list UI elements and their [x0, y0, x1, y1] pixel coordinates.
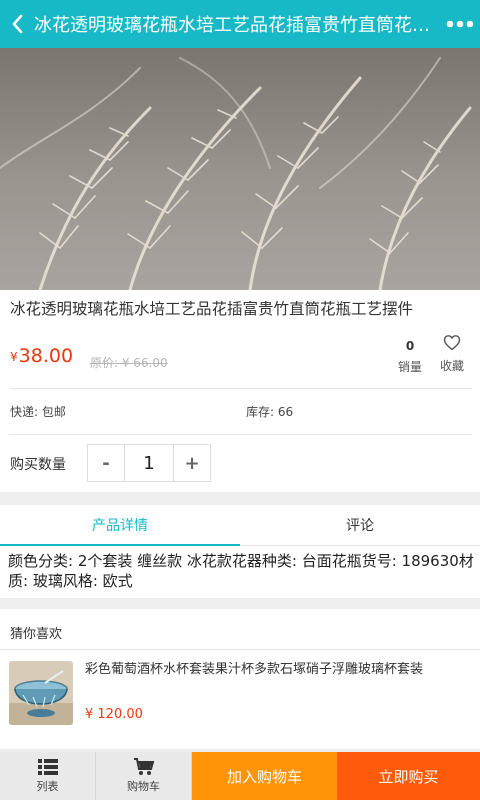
- detail-text: 颜色分类: 2个套装 缠丝款 冰花款花器种类: 台面花瓶货号: 189630材质…: [8, 552, 474, 590]
- list-label: 列表: [36, 780, 59, 793]
- cart-button[interactable]: 购物车: [96, 752, 192, 800]
- divider: [0, 649, 480, 650]
- quantity-label: 购买数量: [10, 457, 66, 473]
- more-menu-button[interactable]: [440, 0, 480, 48]
- quantity-stepper: - 1 +: [87, 444, 211, 482]
- list-button[interactable]: 列表: [0, 752, 96, 800]
- recommend-item-name[interactable]: 彩色葡萄酒杯水杯套装果汁杯多款石塚硝子浮雕玻璃杯套装: [85, 661, 473, 679]
- product-info-panel: 冰花透明玻璃花瓶水培工艺品花插富贵竹直筒花瓶工艺摆件: [0, 290, 480, 492]
- bottom-action-bar: 列表 购物车 加入购物车 立即购买: [0, 752, 480, 800]
- recommend-section: 猜你喜欢 彩色葡萄酒杯水杯套装果汁杯多款石塚硝子浮雕玻璃杯套装 ¥ 120.00: [0, 609, 480, 749]
- shipping-info: 快递: 包邮: [10, 405, 66, 419]
- add-to-cart-button[interactable]: 加入购物车: [192, 752, 337, 800]
- stock-info: 库存: 66: [246, 405, 294, 419]
- detail-tabs: 产品详情 评论: [0, 505, 480, 546]
- recommend-thumbnail[interactable]: [9, 661, 73, 725]
- more-dots-icon: [446, 20, 474, 28]
- product-price: ¥38.00: [10, 345, 73, 367]
- top-bar: 冰花透明玻璃花瓶水培工艺品花插富贵竹直筒花瓶工艺摆件: [0, 0, 480, 48]
- back-button[interactable]: [0, 0, 34, 48]
- recommend-item-price: ¥ 120.00: [85, 707, 143, 722]
- buy-now-button[interactable]: 立即购买: [337, 752, 480, 800]
- sales-number: 0: [405, 339, 415, 353]
- list-icon: [37, 759, 58, 775]
- quantity-plus-button[interactable]: +: [173, 445, 210, 481]
- page-title: 冰花透明玻璃花瓶水培工艺品花插富贵竹直筒花瓶工艺摆件: [34, 15, 440, 36]
- back-arrow-icon: [12, 14, 23, 34]
- divider: [10, 434, 472, 435]
- price-value: 38.00: [18, 345, 74, 367]
- tab-comments[interactable]: 评论: [240, 505, 480, 545]
- divider: [10, 388, 472, 389]
- sales-count: 0 销量: [392, 338, 428, 375]
- tab-product-details[interactable]: 产品详情: [0, 505, 240, 546]
- favorite-label: 收藏: [439, 359, 464, 373]
- heart-icon: [443, 335, 461, 351]
- quantity-input[interactable]: 1: [125, 445, 173, 481]
- currency-symbol: ¥: [10, 350, 18, 364]
- favorite-button[interactable]: 收藏: [434, 334, 470, 374]
- sales-label: 销量: [397, 360, 422, 374]
- product-details: 颜色分类: 2个套装 缠丝款 冰花款花器种类: 台面花瓶货号: 189630材质…: [0, 546, 480, 598]
- product-image[interactable]: [0, 48, 480, 290]
- cart-label: 购物车: [127, 780, 160, 793]
- product-title: 冰花透明玻璃花瓶水培工艺品花插富贵竹直筒花瓶工艺摆件: [10, 300, 414, 318]
- cart-icon: [133, 758, 154, 775]
- original-price: 原价: ¥ 66.00: [90, 356, 168, 370]
- quantity-minus-button[interactable]: -: [88, 445, 125, 481]
- recommend-heading: 猜你喜欢: [10, 627, 63, 642]
